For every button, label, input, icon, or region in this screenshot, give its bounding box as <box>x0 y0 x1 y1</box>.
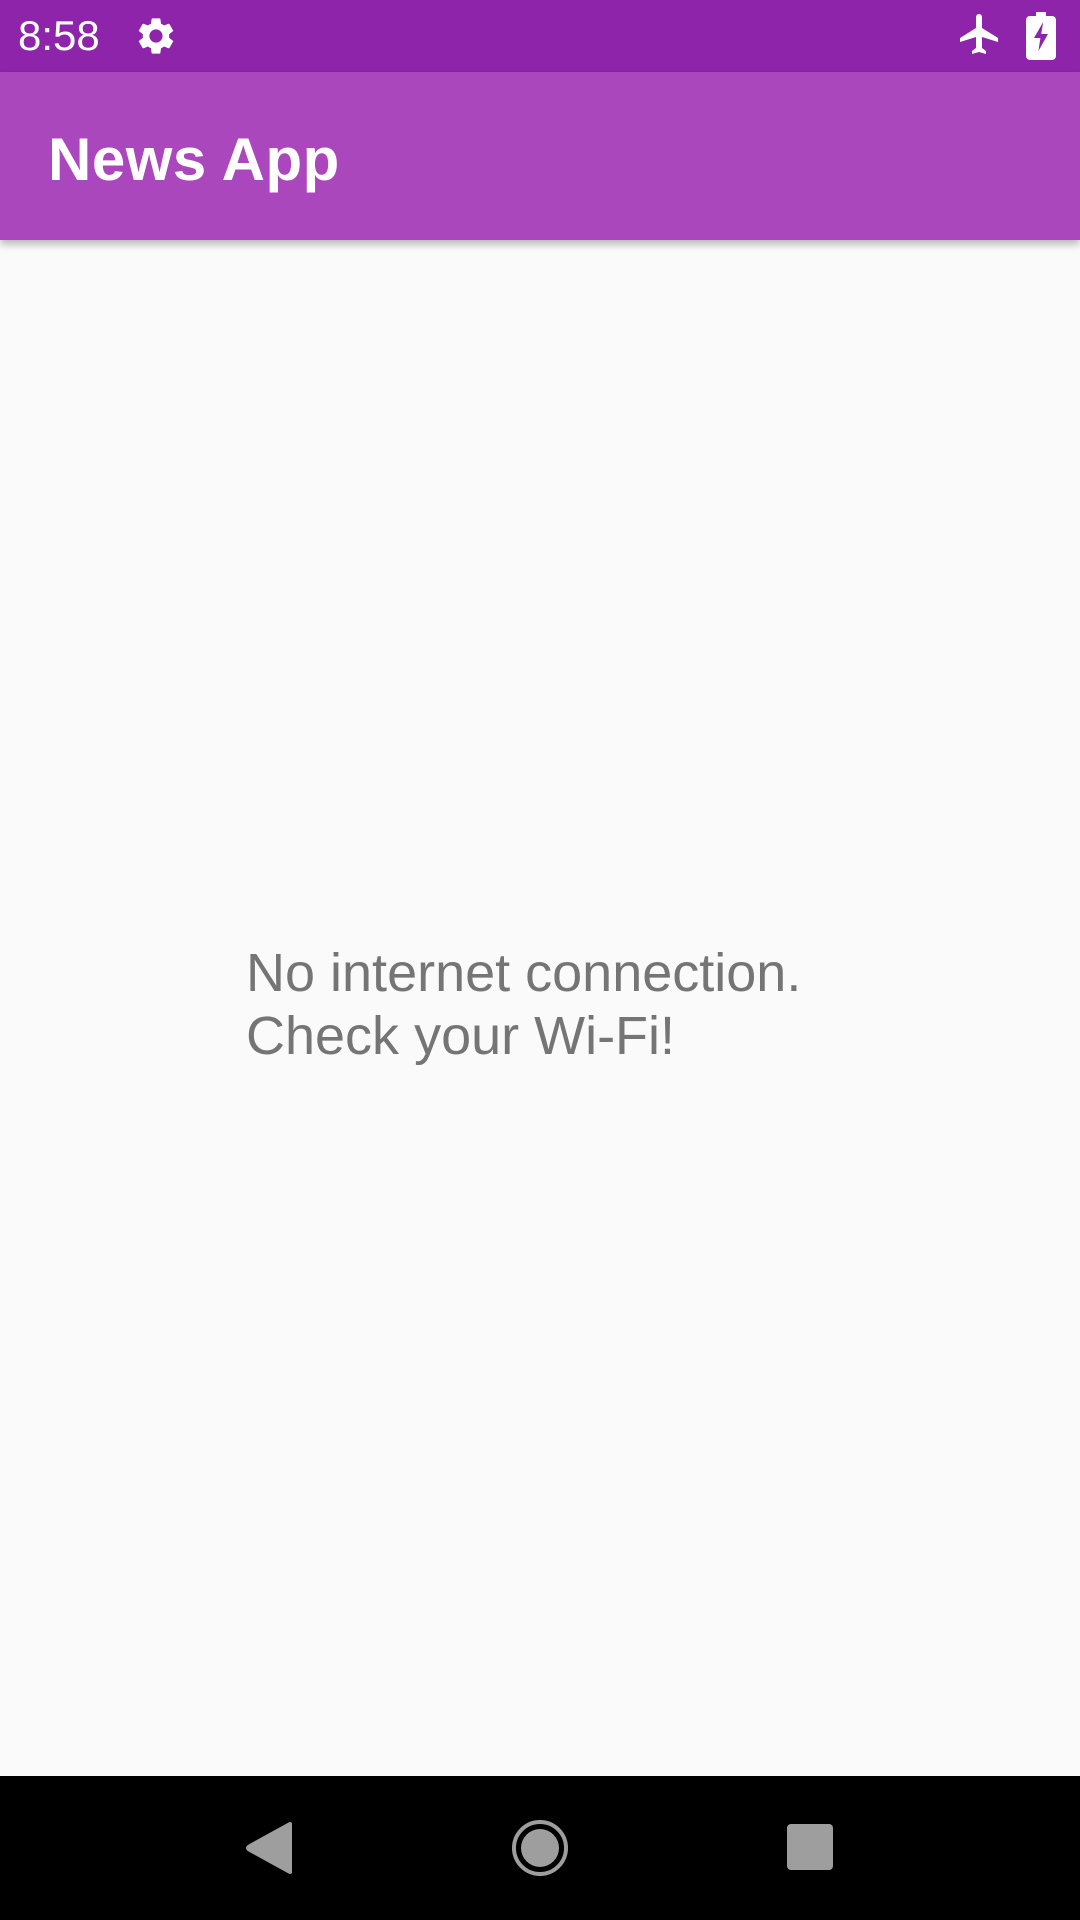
app-title: News App <box>48 126 340 193</box>
message-line-2: Check your Wi-Fi! <box>246 1006 676 1066</box>
navigation-bar <box>0 1776 1080 1920</box>
app-bar: News App <box>0 72 1080 240</box>
battery-charging-icon <box>1026 12 1056 60</box>
airplane-mode-icon <box>960 14 998 54</box>
recents-icon[interactable] <box>785 1822 835 1872</box>
screen: 8:58 News App No internet connection. Ch… <box>0 0 1080 1920</box>
home-icon[interactable] <box>510 1818 570 1878</box>
status-time: 8:58 <box>18 12 100 59</box>
gear-icon <box>138 18 174 54</box>
content-area: No internet connection. Check your Wi-Fi… <box>0 240 1080 1776</box>
back-icon[interactable] <box>244 1820 292 1876</box>
message-line-1: No internet connection. <box>246 943 802 1003</box>
no-connection-message: No internet connection. Check your Wi-Fi… <box>246 942 946 1068</box>
status-bar: 8:58 <box>0 0 1080 72</box>
